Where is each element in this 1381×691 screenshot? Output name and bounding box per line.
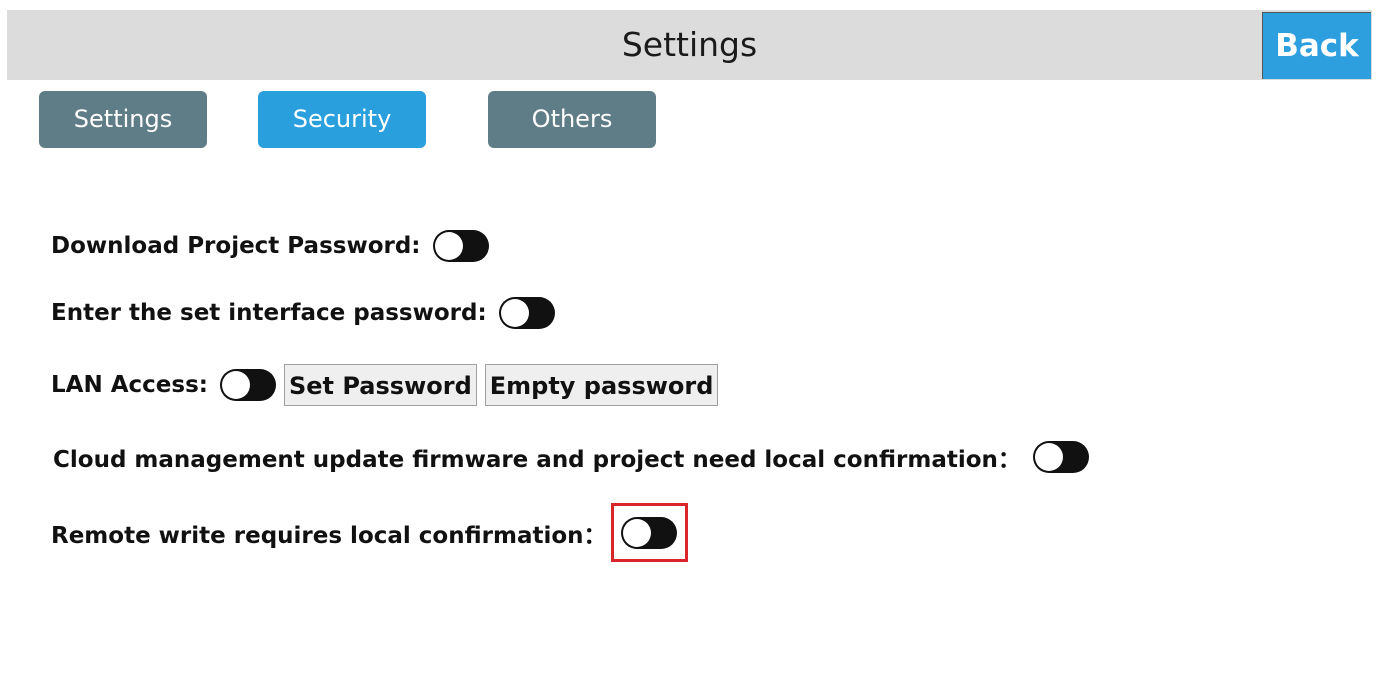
set-interface-password-label: Enter the set interface password: [51,300,487,326]
page-title: Settings [621,25,758,64]
lan-access-toggle[interactable] [219,369,276,401]
lan-access-row: LAN Access: Set Password Empty password [51,364,719,406]
toggle-knob [500,299,529,327]
back-button[interactable]: Back [1262,12,1371,79]
cloud-management-confirmation-row: Cloud management update firmware and pro… [53,440,1089,474]
toggle-knob [434,232,463,260]
download-project-password-row: Download Project Password: [51,230,489,262]
remote-write-confirmation-toggle[interactable] [621,516,678,549]
highlight-box [610,503,688,562]
empty-password-button[interactable]: Empty password [484,364,719,406]
set-password-button[interactable]: Set Password [283,364,477,406]
toggle-knob [1034,443,1063,471]
set-interface-password-row: Enter the set interface password: [51,297,555,329]
title-bar: Settings [7,10,1372,80]
tab-settings[interactable]: Settings [39,91,207,148]
toggle-knob [221,371,250,399]
set-interface-password-toggle[interactable] [498,297,555,329]
lan-access-label: LAN Access: [51,372,208,398]
remote-write-confirmation-row: Remote write requires local confirmation… [51,503,688,562]
download-project-password-label: Download Project Password: [51,233,421,259]
tab-others[interactable]: Others [488,91,656,148]
toggle-knob [623,518,652,547]
download-project-password-toggle[interactable] [432,230,489,262]
cloud-management-confirmation-label: Cloud management update firmware and pro… [53,447,1021,473]
cloud-management-confirmation-toggle[interactable] [1032,441,1089,473]
tab-security[interactable]: Security [258,91,426,148]
remote-write-confirmation-label: Remote write requires local confirmation… [51,522,607,549]
